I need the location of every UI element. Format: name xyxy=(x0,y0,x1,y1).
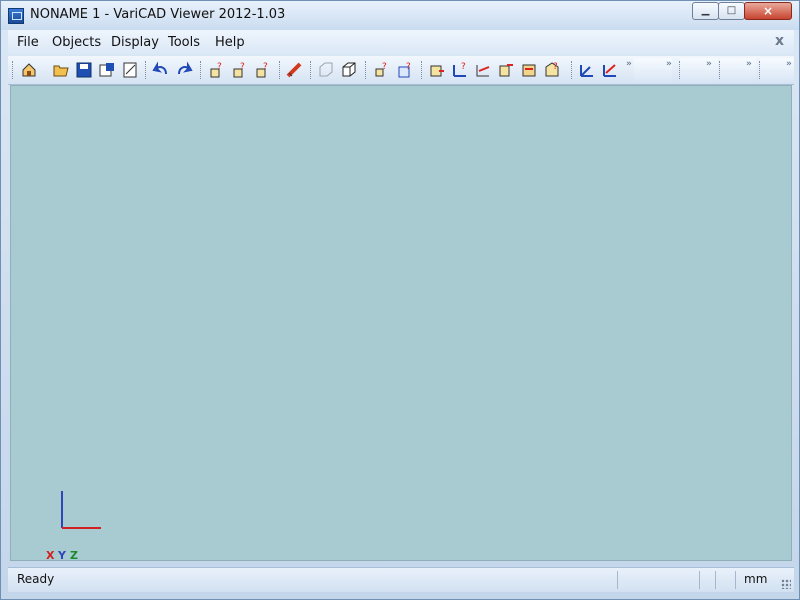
save-icon[interactable] xyxy=(75,61,93,79)
axis-indicator xyxy=(61,491,101,529)
app-window: NONAME 1 - VariCAD Viewer 2012-1.03 ▁ □ … xyxy=(0,0,800,600)
window-title: NONAME 1 - VariCAD Viewer 2012-1.03 xyxy=(30,7,286,22)
axis-x-label: X xyxy=(46,549,55,562)
axis-z-label: Z xyxy=(70,549,78,562)
svg-text:?: ? xyxy=(406,62,411,72)
section-icon[interactable] xyxy=(497,61,515,79)
resize-grip-icon[interactable] xyxy=(781,579,791,589)
redo-icon[interactable] xyxy=(175,61,193,79)
axis-y-label: Y xyxy=(58,549,66,562)
status-divider xyxy=(735,571,736,589)
solid-box-icon[interactable] xyxy=(340,61,358,79)
minimize-button[interactable]: ▁ xyxy=(692,2,719,20)
toolbar-grip[interactable] xyxy=(571,61,575,79)
toolbar: ? ? ? ? ? ? ? » » » » » xyxy=(8,56,794,85)
dimension-icon[interactable] xyxy=(474,61,492,79)
svg-text:?: ? xyxy=(461,62,466,72)
toolbar-grip[interactable] xyxy=(310,61,314,79)
axes-icon[interactable] xyxy=(578,61,596,79)
svg-text:?: ? xyxy=(217,62,222,72)
maximize-button[interactable]: □ xyxy=(718,2,745,20)
undo-icon[interactable] xyxy=(152,61,170,79)
transform-info-icon[interactable]: ? xyxy=(396,61,414,79)
toolbar-grip[interactable] xyxy=(145,61,149,79)
menu-help[interactable]: Help xyxy=(215,35,245,50)
measure-icon[interactable] xyxy=(285,61,303,79)
menu-bar: File Objects Display Tools Help x xyxy=(8,30,794,54)
query-point-icon[interactable]: ? xyxy=(231,61,249,79)
print-icon[interactable] xyxy=(121,61,139,79)
move-icon[interactable]: ? xyxy=(451,61,469,79)
toolbar-grip[interactable] xyxy=(279,61,283,79)
toolbar-chevron-icon[interactable]: » xyxy=(746,59,752,69)
open-folder-icon[interactable] xyxy=(52,61,70,79)
toolbar-chevron-icon[interactable]: » xyxy=(666,59,672,69)
menu-tools[interactable]: Tools xyxy=(168,35,200,50)
menu-file[interactable]: File xyxy=(17,35,39,50)
drawing-canvas[interactable]: X Y Z xyxy=(10,85,792,562)
toolbar-grip[interactable] xyxy=(12,61,16,79)
query-object-icon[interactable]: ? xyxy=(208,61,226,79)
svg-text:?: ? xyxy=(382,62,387,72)
toolbar-grip[interactable] xyxy=(365,61,369,79)
status-bar: Ready mm xyxy=(8,567,794,592)
selection-info-icon[interactable]: ? xyxy=(373,61,391,79)
toolbar-empty-group xyxy=(680,58,718,82)
document-close-icon[interactable]: x xyxy=(775,33,784,49)
query-distance-icon[interactable]: ? xyxy=(254,61,272,79)
material-icon[interactable] xyxy=(520,61,538,79)
svg-text:?: ? xyxy=(553,62,558,72)
title-bar[interactable]: NONAME 1 - VariCAD Viewer 2012-1.03 ▁ □ … xyxy=(1,1,799,30)
mass-icon[interactable]: ? xyxy=(543,61,561,79)
toolbar-grip[interactable] xyxy=(200,61,204,79)
menu-display[interactable]: Display xyxy=(111,35,159,50)
status-message: Ready xyxy=(17,572,55,586)
toolbar-chevron-icon[interactable]: » xyxy=(786,59,792,69)
status-divider xyxy=(715,571,716,589)
toolbar-chevron-icon[interactable]: » xyxy=(626,59,632,69)
status-divider xyxy=(617,571,618,589)
home-icon[interactable] xyxy=(20,61,38,79)
toolbar-grip[interactable] xyxy=(421,61,425,79)
close-button[interactable]: × xyxy=(744,2,792,20)
svg-text:?: ? xyxy=(263,62,268,72)
rotate-icon[interactable] xyxy=(428,61,446,79)
menu-objects[interactable]: Objects xyxy=(52,35,101,50)
svg-text:?: ? xyxy=(240,62,245,72)
save-as-icon[interactable] xyxy=(98,61,116,79)
axes-red-icon[interactable] xyxy=(601,61,619,79)
toolbar-chevron-icon[interactable]: » xyxy=(706,59,712,69)
wireframe-box-icon[interactable] xyxy=(317,61,335,79)
status-units: mm xyxy=(744,572,768,586)
app-icon xyxy=(8,8,24,24)
status-divider xyxy=(699,571,700,589)
